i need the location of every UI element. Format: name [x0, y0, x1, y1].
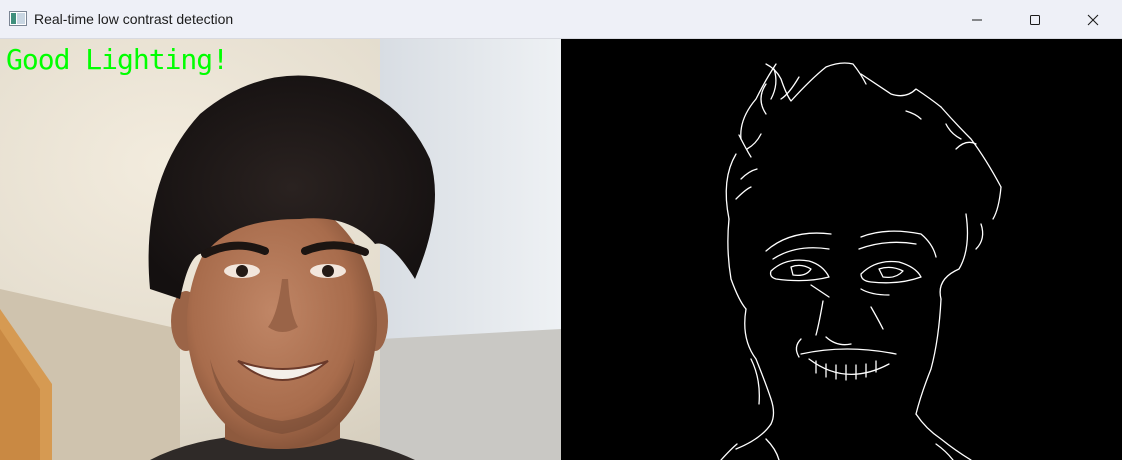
maximize-button[interactable] [1006, 0, 1064, 39]
opencv-window-icon [9, 11, 27, 26]
window-title: Real-time low contrast detection [34, 11, 234, 27]
minimize-button[interactable] [948, 0, 1006, 39]
close-button[interactable] [1064, 0, 1122, 39]
app-window: Real-time low contrast detection Good Li… [0, 0, 1122, 460]
close-icon [1087, 14, 1099, 25]
webcam-frame: Good Lighting! [0, 39, 561, 460]
video-content: Good Lighting! [0, 39, 1122, 460]
maximize-icon [1030, 14, 1040, 25]
edge-outline-image [720, 62, 1002, 460]
lighting-status-text: Good Lighting! [6, 43, 229, 76]
edge-detection-frame [561, 39, 1122, 460]
webcam-image [0, 39, 561, 460]
title-bar[interactable]: Real-time low contrast detection [0, 0, 1122, 39]
minimize-icon [972, 19, 982, 20]
